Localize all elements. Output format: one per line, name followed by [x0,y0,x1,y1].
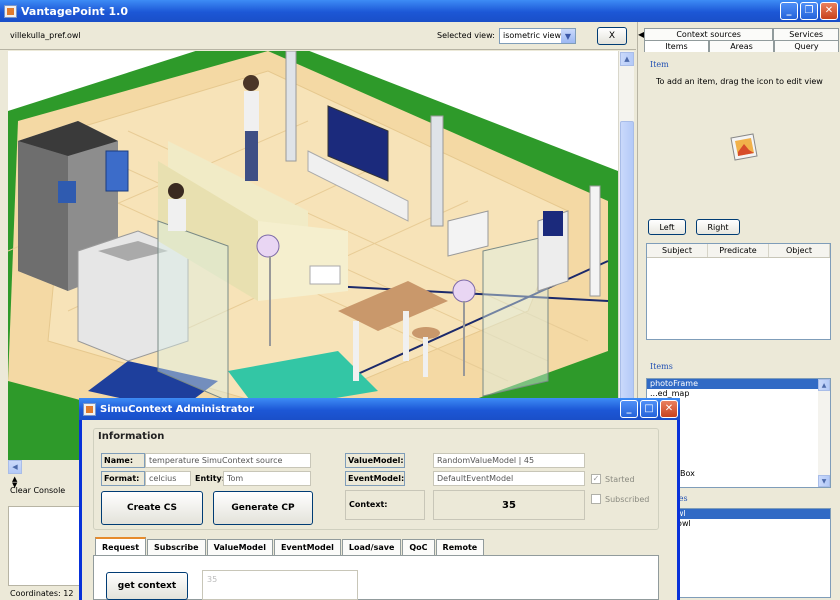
tab-eventmodel[interactable]: EventModel [273,539,341,555]
valuemodel-label: ValueModel: [345,453,405,468]
tab-qoc[interactable]: QoC [402,539,435,555]
app-titlebar: VantagePoint 1.0 _ ❐ ✕ [0,0,840,22]
dialog-maximize-button[interactable]: □ [640,400,658,418]
valuemodel-field[interactable]: RandomValueModel | 45 [433,453,585,468]
tab-context-sources[interactable]: Context sources [644,28,774,40]
rdf-triples-table[interactable]: Subject Predicate Object [646,243,831,340]
scroll-up-icon[interactable]: ▲ [620,52,634,66]
drag-hint: To add an item, drag the icon to edit vi… [656,77,823,86]
tab-items[interactable]: Items [644,40,709,52]
bottom-tab-row: Items Areas Query [644,40,839,52]
format-label: Format: [101,471,145,486]
dialog-titlebar: SimuContext Administrator _ □ ✕ [79,398,680,420]
information-title: Information [98,431,165,442]
selected-view-dropdown[interactable]: isometric view ▼ [499,28,576,44]
dialog-icon [83,402,96,416]
right-button[interactable]: Right [696,219,740,235]
coordinates-readout: Coordinates: 12 [10,589,74,598]
tab-subscribe[interactable]: Subscribe [147,539,206,555]
app-title: VantagePoint 1.0 [21,4,128,18]
dialog-close-button[interactable]: ✕ [660,400,678,418]
left-button[interactable]: Left [648,219,686,235]
subscribed-checkbox[interactable]: Subscribed [591,494,649,504]
file-name: villekulla_pref.owl [10,31,81,40]
items-scrollbar[interactable]: ▲ ▼ [818,379,830,487]
minimize-button[interactable]: _ [780,2,798,20]
column-subject[interactable]: Subject [647,244,708,257]
close-view-button[interactable]: X [597,27,627,45]
subscribed-label: Subscribed [605,494,650,504]
tab-request[interactable]: Request [95,537,147,555]
items-section-title: Items [650,362,673,371]
column-object[interactable]: Object [769,244,830,257]
console-output[interactable] [8,506,83,586]
tab-valuemodel[interactable]: ValueModel [206,539,273,555]
maximize-button[interactable]: ❐ [800,2,818,20]
scroll-left-icon[interactable]: ◀ [8,460,22,474]
item-section-title: Item [650,60,669,69]
selected-view-value: isometric view [503,31,562,40]
checkmark-icon: ✓ [591,474,601,484]
dialog-title: SimuContext Administrator [100,403,255,415]
photo-frame-icon[interactable] [727,132,759,162]
view-toolbar: villekulla_pref.owl Selected view: isome… [0,22,636,50]
scroll-thumb[interactable] [620,121,634,421]
list-item[interactable]: photoFrame [647,379,830,389]
started-label: Started [605,474,635,484]
entity-field[interactable]: Tom [223,471,311,486]
get-context-button[interactable]: get context [106,572,188,600]
top-tab-row: Context sources Services [644,28,839,40]
app-icon [4,4,17,18]
scroll-up-icon[interactable]: ▲ [818,379,830,391]
tab-remote[interactable]: Remote [435,539,485,555]
clear-console-button[interactable]: Clear Console [10,486,65,495]
context-value: 35 [433,490,585,520]
entity-label: Entity: [195,474,225,483]
selected-view-label: Selected view: [437,31,495,40]
format-field[interactable]: celcius [145,471,191,486]
generate-cp-button[interactable]: Generate CP [213,491,313,525]
create-cs-button[interactable]: Create CS [101,491,203,525]
close-button[interactable]: ✕ [820,2,838,20]
get-context-result[interactable]: 35 [202,570,358,600]
tab-areas[interactable]: Areas [709,40,774,52]
eventmodel-field[interactable]: DefaultEventModel [433,471,585,486]
tab-query[interactable]: Query [774,40,839,52]
tab-services[interactable]: Services [773,28,839,40]
name-label: Name: [101,453,145,468]
dialog-minimize-button[interactable]: _ [620,400,638,418]
started-checkbox[interactable]: ✓ Started [591,474,635,484]
context-label: Context: [345,490,425,520]
name-field[interactable]: temperature SimuContext source [145,453,311,468]
scroll-down-icon[interactable]: ▼ [818,475,830,487]
column-predicate[interactable]: Predicate [708,244,769,257]
chevron-down-icon[interactable]: ▼ [561,29,575,43]
tab-load-save[interactable]: Load/save [341,539,402,555]
dialog-tab-row: Request Subscribe ValueModel EventModel … [95,537,485,555]
eventmodel-label: EventModel: [345,471,405,486]
